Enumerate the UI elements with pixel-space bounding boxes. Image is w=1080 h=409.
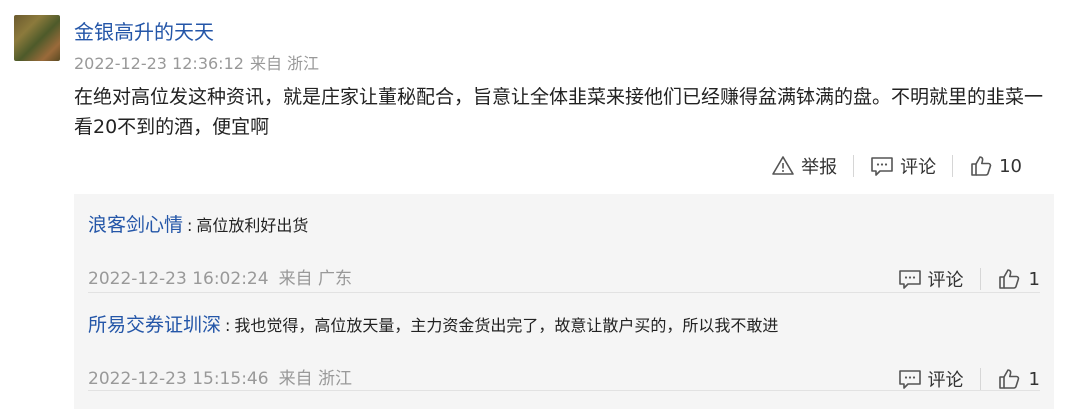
- reply-colon: :: [187, 216, 193, 235]
- action-divider: [979, 368, 981, 390]
- post-source: 来自 浙江: [249, 54, 320, 73]
- report-label: 举报: [801, 157, 838, 178]
- reply-meta: 2022-12-23 16:02:24 来自 广东: [88, 266, 352, 292]
- post-username[interactable]: 金银高升的天天: [74, 18, 214, 46]
- reply-like-button[interactable]: 1: [997, 267, 1040, 291]
- action-divider: [979, 268, 981, 290]
- action-divider: [853, 155, 855, 177]
- reply-source: 来自 浙江: [278, 369, 352, 389]
- reply-actions: 评论 1: [898, 264, 1040, 294]
- comment-icon: [898, 370, 921, 389]
- post-content: 在绝对高位发这种资讯，就是庄家让董秘配合，旨意让全体韭菜来接他们已经赚得盆满钵满…: [74, 86, 1044, 138]
- reply-like-button[interactable]: 1: [997, 367, 1040, 391]
- report-button[interactable]: 举报: [771, 153, 837, 179]
- reply-item: 所易交券证圳深: 我也觉得，高位放天量，主力资金货出完了，故意让散户买的，所以我不…: [88, 310, 1040, 391]
- post-actions: 举报 评论 10: [771, 150, 1022, 182]
- thumbs-up-icon: [971, 156, 992, 176]
- like-count: 10: [999, 155, 1022, 177]
- reply-body: 所易交券证圳深: 我也觉得，高位放天量，主力资金货出完了，故意让散户买的，所以我不…: [88, 310, 1040, 341]
- reply-text: 高位放利好出货: [196, 216, 309, 235]
- action-divider: [952, 155, 954, 177]
- reply-comment-button[interactable]: 评论: [898, 266, 964, 292]
- reply-username[interactable]: 浪客剑心情: [88, 214, 183, 236]
- avatar[interactable]: [14, 15, 60, 61]
- reply-divider: [88, 390, 1040, 391]
- reply-timestamp: 2022-12-23 16:02:24: [88, 269, 269, 289]
- post-meta: 2022-12-23 12:36:12 来自 浙江: [74, 52, 319, 76]
- reply-username[interactable]: 所易交券证圳深: [88, 314, 221, 336]
- warning-icon: [772, 156, 794, 175]
- reply-source: 来自 广东: [278, 269, 352, 289]
- reply-text: 我也觉得，高位放天量，主力资金货出完了，故意让散户买的，所以我不敢进: [234, 316, 779, 335]
- reply-timestamp: 2022-12-23 15:15:46: [88, 369, 269, 389]
- comment-icon: [871, 157, 893, 176]
- reply-colon: :: [225, 316, 231, 335]
- post-timestamp: 2022-12-23 12:36:12: [74, 54, 244, 73]
- thumbs-up-icon: [998, 369, 1019, 389]
- reply-item: 浪客剑心情: 高位放利好出货 2022-12-23 16:02:24 来自 广东 评…: [88, 210, 1040, 291]
- reply-comment-label: 评论: [927, 270, 964, 291]
- reply-list: 浪客剑心情: 高位放利好出货 2022-12-23 16:02:24 来自 广东 评…: [74, 194, 1054, 409]
- thumbs-up-icon: [998, 269, 1019, 289]
- comment-button[interactable]: 评论: [870, 153, 936, 179]
- reply-divider: [88, 292, 1040, 293]
- reply-body: 浪客剑心情: 高位放利好出货: [88, 210, 1040, 241]
- like-button[interactable]: 10: [969, 154, 1022, 178]
- reply-meta: 2022-12-23 15:15:46 来自 浙江: [88, 366, 352, 392]
- comment-label: 评论: [900, 157, 937, 178]
- comment-icon: [898, 270, 921, 289]
- reply-comment-label: 评论: [927, 370, 964, 391]
- reply-comment-button[interactable]: 评论: [898, 366, 964, 392]
- reply-like-count: 1: [1028, 268, 1040, 290]
- reply-like-count: 1: [1028, 368, 1040, 390]
